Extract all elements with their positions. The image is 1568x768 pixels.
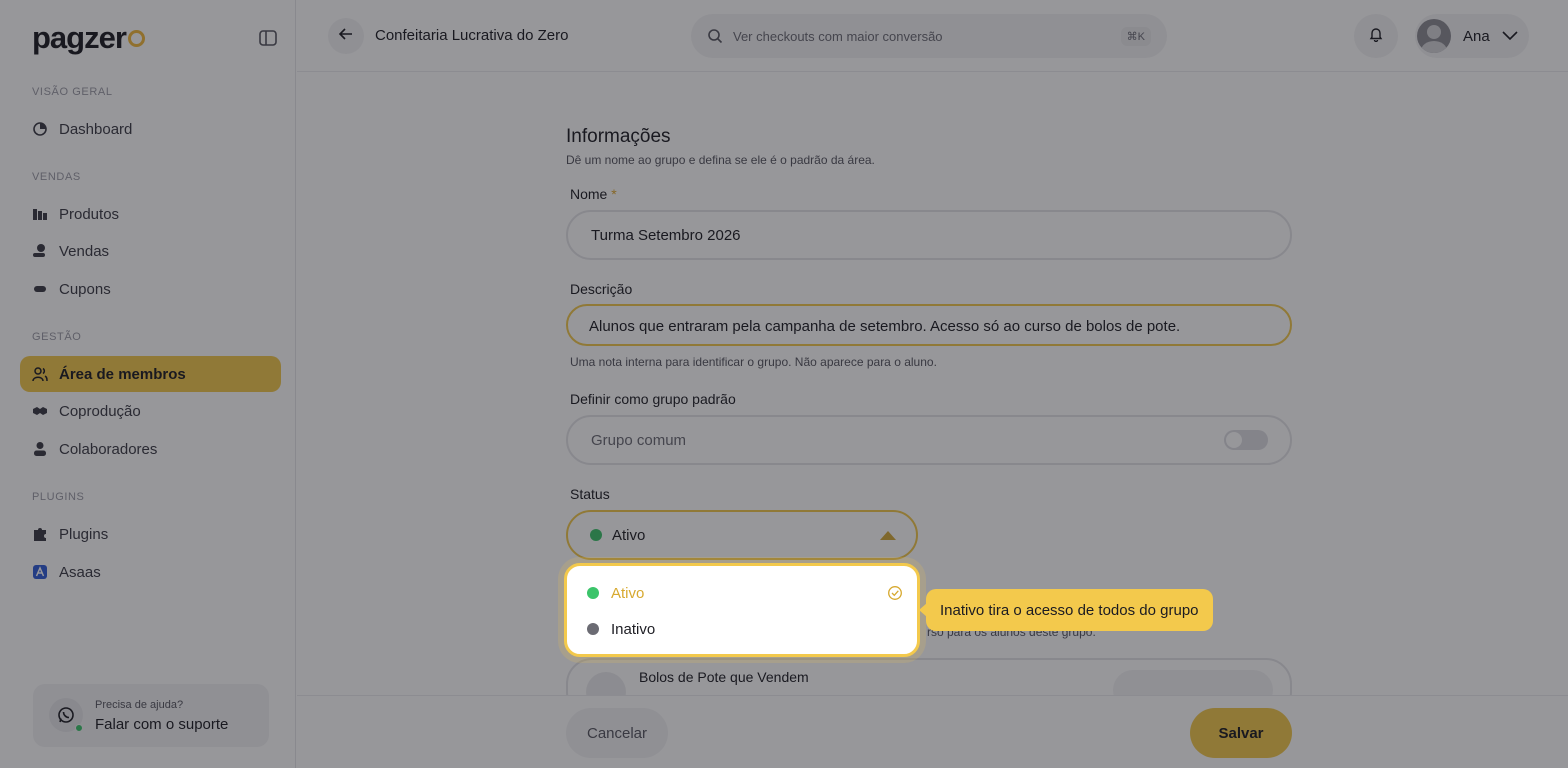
status-tooltip: Inativo tira o acesso de todos do grupo	[919, 589, 1213, 631]
option-label: Inativo	[611, 620, 656, 638]
status-option-active[interactable]: Ativo	[587, 579, 903, 607]
status-dot	[587, 623, 599, 635]
status-dropdown: Ativo Inativo	[564, 563, 920, 657]
check-circle-icon	[887, 585, 903, 605]
option-label: Ativo	[611, 584, 645, 602]
status-dot	[587, 587, 599, 599]
status-option-inactive[interactable]: Inativo	[587, 615, 903, 643]
tooltip-text: Inativo tira o acesso de todos do grupo	[940, 601, 1199, 619]
